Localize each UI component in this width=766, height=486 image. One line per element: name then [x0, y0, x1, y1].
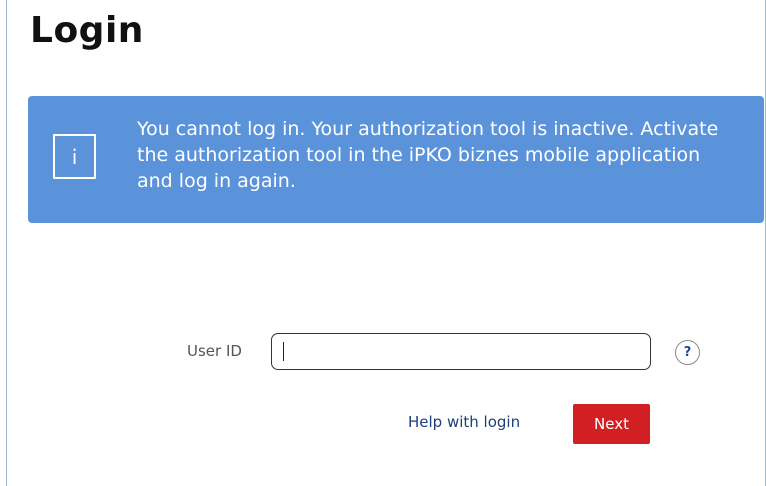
- info-icon: i: [53, 134, 96, 179]
- help-with-login-link[interactable]: Help with login: [408, 413, 520, 431]
- text-caret: [283, 342, 284, 361]
- inactive-tool-alert: i You cannot log in. Your authorization …: [28, 96, 764, 223]
- next-button[interactable]: Next: [573, 404, 650, 444]
- alert-message: You cannot log in. Your authorization to…: [137, 118, 719, 192]
- login-page: Login i You cannot log in. Your authoriz…: [0, 0, 766, 486]
- user-id-input[interactable]: [271, 333, 651, 370]
- question-mark-icon[interactable]: ?: [675, 340, 700, 365]
- frame-left-border: [6, 0, 7, 486]
- page-title: Login: [30, 10, 144, 51]
- user-id-label: User ID: [187, 342, 242, 360]
